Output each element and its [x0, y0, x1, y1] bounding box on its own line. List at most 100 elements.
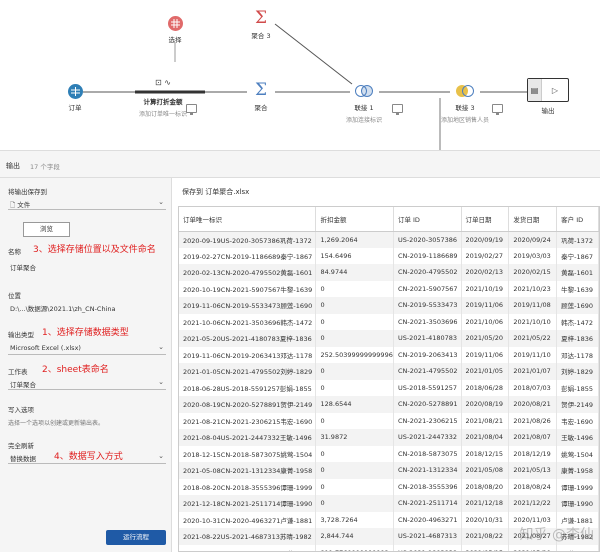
- table-row: 2021-08-04US-2021-2447332王敏-1496 31.9872 U…: [179, 429, 599, 446]
- table-cell: 2019-11-06CN-2019-5533473顾莲-1690: [179, 297, 317, 314]
- table-cell: 2021-08-21CN-2021-2306215韦宏-1690: [179, 412, 317, 429]
- flow-canvas: 选择 Σ 聚合 3 订单 ⊡ ∿ 计算打折金额 添加订单唯一标识 Σ 聚合 联接…: [0, 0, 600, 150]
- table-cell: 韦宏-1690: [556, 412, 599, 429]
- table-row: 2020-10-19CN-2021-5907567牛黎-1639 0 CN-2021…: [179, 280, 599, 297]
- chevron-down-icon: ⌄: [158, 452, 164, 460]
- output-icon: ▤ ▷: [527, 78, 569, 102]
- table-cell: 2018-08-20CN-2018-3555396谭珊-1999: [179, 478, 317, 495]
- table-cell: 刘婷-1829: [556, 363, 599, 380]
- table-cell: 夏梓-1836: [556, 330, 599, 347]
- table-cell: CN-2021-1312334: [393, 462, 462, 479]
- table-cell: 贺伊-2149: [556, 396, 599, 413]
- flow-node-join1[interactable]: 联接 1 添加连接标识: [329, 84, 399, 124]
- chevron-down-icon: ⌄: [158, 198, 164, 206]
- table-cell: 2021/08/21: [461, 412, 510, 429]
- table-cell: 2020-09-19US-2020-3057386巩荷-1372: [179, 231, 317, 248]
- table-cell: 0: [315, 412, 394, 429]
- flow-node-output[interactable]: ▤ ▷ 输出: [513, 78, 583, 115]
- table-row: 2019-02-27CN-2019-1186689秦宁-1867 154.6496…: [179, 247, 599, 264]
- watermark: 知乎 @李仙: [519, 527, 594, 543]
- table-cell: 2021/08/04: [461, 429, 510, 446]
- write-options-desc: 选择一个选项以创建或更新输出表。: [8, 420, 105, 427]
- column-header[interactable]: 订单 ID: [393, 207, 462, 232]
- table-header-row: 订单唯一标识 折扣金额 订单 ID 订单日期 发货日期 客户 ID: [179, 207, 599, 232]
- table-cell: 811.7760000000002: [315, 544, 394, 551]
- table-cell: 彭娟-1855: [556, 379, 599, 396]
- table-cell: 顾莲-1690: [556, 297, 599, 314]
- table-cell: 0: [315, 478, 394, 495]
- table-cell: 252.50399999999996: [315, 346, 394, 363]
- sheet-label: 工作表: [8, 368, 28, 376]
- table-cell: 2021-10-06CN-2021-3503696韩杰-1472: [179, 313, 317, 330]
- column-header[interactable]: 折扣金额: [315, 207, 394, 232]
- table-cell: 邓达-1178: [556, 346, 599, 363]
- table-cell: 姚莺-1504: [556, 445, 599, 462]
- column-header[interactable]: 客户 ID: [556, 207, 599, 232]
- table-row: 2021-01-05CN-2021-4795502刘婷-1829 0 CN-2021…: [179, 363, 599, 380]
- table-cell: 2021/05/20: [508, 544, 558, 551]
- table-cell: US-2018-5591257: [393, 379, 462, 396]
- table-row: 2021-08-21CN-2021-2306215韦宏-1690 0 CN-2021…: [179, 412, 599, 429]
- join-icon: [353, 84, 375, 99]
- table-cell: 2020-10-31CN-2020-4963271卢谦-1881: [179, 511, 317, 528]
- save-title: 保存到 订单聚合.xlsx: [182, 188, 250, 196]
- table-cell: 2020/02/13: [461, 264, 510, 281]
- table-cell: 2021/01/05: [461, 363, 510, 380]
- table-cell: 0: [315, 462, 394, 479]
- name-input[interactable]: 订单聚合: [10, 262, 36, 272]
- table-cell: 2,844.744: [315, 528, 394, 545]
- output-type-select[interactable]: Microsoft Excel (.xlsx) ⌄: [8, 341, 166, 355]
- sheet-select[interactable]: 订单聚合 ⌄: [8, 376, 166, 390]
- chevron-down-icon: ⌄: [158, 343, 164, 351]
- table-cell: 2021/12/22: [508, 495, 558, 512]
- table-cell: 2021/05/13: [508, 462, 558, 479]
- column-header[interactable]: 发货日期: [508, 207, 558, 232]
- preview-table-container[interactable]: 订单唯一标识 折扣金额 订单 ID 订单日期 发货日期 客户 ID 2020-09-19U…: [178, 206, 600, 552]
- table-cell: 1,269.2064: [315, 231, 394, 248]
- flow-node-agg[interactable]: Σ 聚合: [226, 82, 296, 113]
- table-row: 2021-10-06CN-2021-3503696韩杰-1472 0 CN-2021…: [179, 313, 599, 330]
- node-label: 聚合 3: [251, 32, 271, 40]
- flow-node-orders[interactable]: 订单: [40, 84, 110, 112]
- refresh-select[interactable]: 替换数据 ⌄: [8, 450, 166, 464]
- table-cell: 韩杰-1472: [556, 313, 599, 330]
- table-cell: US-2021-1803838: [393, 544, 462, 551]
- table-cell: 邓琳-2055: [556, 544, 599, 551]
- comment-icon[interactable]: [186, 104, 197, 115]
- table-cell: CN-2021-2511714: [393, 495, 462, 512]
- column-header[interactable]: 订单日期: [461, 207, 510, 232]
- sheet-value: 订单聚合: [10, 381, 36, 389]
- browse-button[interactable]: 浏览: [23, 222, 70, 237]
- chevron-down-icon: ⌄: [158, 378, 164, 386]
- table-row: 2020-08-19CN-2020-5278891贺伊-2149 128.6544…: [179, 396, 599, 413]
- table-cell: 黄磊-1601: [556, 264, 599, 281]
- table-cell: 0: [315, 280, 394, 297]
- comment-icon[interactable]: [492, 104, 503, 115]
- table-cell: CN-2021-2306215: [393, 412, 462, 429]
- table-cell: 0: [315, 445, 394, 462]
- table-row: 2021-05-20US-2021-4180783夏梓-1836 0 US-2021…: [179, 330, 599, 347]
- node-label: 选择: [168, 36, 182, 44]
- run-flow-button[interactable]: 运行流程: [106, 530, 166, 545]
- save-to-select[interactable]: 🗋 文件 ⌄: [8, 196, 166, 210]
- flow-node-join3[interactable]: 联接 3 添加地区销售人员: [430, 84, 500, 124]
- table-cell: 2020/02/15: [508, 264, 558, 281]
- flow-node-filter[interactable]: 选择: [140, 16, 210, 44]
- comment-icon[interactable]: [392, 104, 403, 115]
- table-row: 2021-05-08CN-2021-1312334康菁-1958 0 CN-2021…: [179, 462, 599, 479]
- table-cell: 2020-02-13CN-2020-4795502黄磊-1601: [179, 264, 317, 281]
- table-cell: CN-2021-5907567: [393, 280, 462, 297]
- table-cell: 王敏-1496: [556, 429, 599, 446]
- flow-node-agg3[interactable]: Σ 聚合 3: [226, 10, 296, 41]
- table-icon: [67, 84, 83, 99]
- column-header[interactable]: 订单唯一标识: [179, 207, 317, 232]
- table-cell: CN-2020-5278891: [393, 396, 462, 413]
- node-description: 添加地区销售人员: [440, 117, 489, 124]
- table-cell: 0: [315, 330, 394, 347]
- table-cell: 2018/08/24: [508, 478, 558, 495]
- preview-table: 订单唯一标识 折扣金额 订单 ID 订单日期 发货日期 客户 ID 2020-09-19U…: [179, 207, 599, 551]
- table-cell: 0: [315, 313, 394, 330]
- table-cell: 2018/12/19: [508, 445, 558, 462]
- table-cell: 0: [315, 379, 394, 396]
- write-options-label: 写入选项: [8, 406, 34, 414]
